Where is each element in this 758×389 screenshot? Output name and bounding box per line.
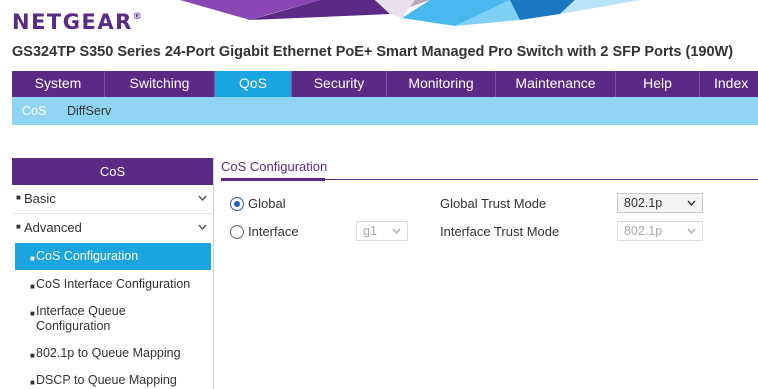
- bullet-icon: ■: [16, 222, 21, 231]
- header-banner-graphic: [180, 0, 640, 26]
- sidebar-item-8021p-to-queue-mapping[interactable]: ■ 802.1p to Queue Mapping: [12, 340, 213, 367]
- interface-radio-label: Interface: [248, 224, 299, 239]
- bullet-icon: ■: [30, 378, 35, 387]
- section-title-underline: [221, 178, 325, 181]
- tab-index[interactable]: Index: [700, 71, 758, 97]
- product-title: GS324TP S350 Series 24-Port Gigabit Ethe…: [12, 44, 734, 60]
- tab-monitoring[interactable]: Monitoring: [387, 71, 496, 97]
- global-trust-mode-label: Global Trust Mode: [440, 196, 547, 211]
- sub-nav: CoS DiffServ: [12, 97, 758, 125]
- sidebar-title: CoS: [12, 158, 213, 185]
- main-content: CoS Configuration Global Global Trust Mo…: [221, 158, 758, 389]
- sidebar: CoS ■ Basic ■ Advanced ■ CoS Configurati…: [12, 158, 214, 389]
- tab-security[interactable]: Security: [292, 71, 387, 97]
- bullet-icon: ■: [30, 282, 35, 291]
- global-radio-label: Global: [248, 196, 286, 211]
- sidebar-item-label: CoS Interface Configuration: [36, 277, 191, 291]
- bullet-icon: ■: [30, 309, 35, 318]
- sidebar-item-cos-interface-configuration[interactable]: ■ CoS Interface Configuration: [12, 271, 213, 298]
- sidebar-item-label: 802.1p to Queue Mapping: [36, 346, 181, 360]
- interface-row: Interface g1 Interface Trust Mode 802.1p: [221, 221, 758, 243]
- section-title: CoS Configuration: [221, 158, 758, 181]
- section-title-text: CoS Configuration: [221, 159, 328, 174]
- interface-trust-mode-value: 802.1p: [624, 224, 663, 238]
- subtab-diffserv[interactable]: DiffServ: [67, 97, 111, 125]
- tab-qos[interactable]: QoS: [215, 71, 292, 97]
- tab-help[interactable]: Help: [616, 71, 700, 97]
- sidebar-item-label: CoS Configuration: [36, 249, 139, 263]
- sidebar-item-cos-configuration[interactable]: ■ CoS Configuration: [15, 243, 211, 270]
- chevron-down-icon: [687, 228, 696, 234]
- sidebar-item-label: Advanced: [24, 220, 82, 235]
- interface-trust-mode-label: Interface Trust Mode: [440, 224, 560, 239]
- global-radio[interactable]: [230, 197, 244, 211]
- sidebar-item-label: Basic: [24, 191, 56, 206]
- sidebar-item-interface-queue-configuration[interactable]: ■ Interface Queue Configuration: [12, 298, 213, 340]
- interface-radio[interactable]: [230, 225, 244, 239]
- chevron-down-icon: [198, 195, 207, 201]
- interface-port-select[interactable]: g1: [356, 221, 408, 241]
- chevron-down-icon: [392, 228, 401, 234]
- sidebar-item-label: Interface Queue Configuration: [36, 304, 126, 333]
- bullet-icon: ■: [30, 351, 35, 360]
- sidebar-item-dscp-to-queue-mapping[interactable]: ■ DSCP to Queue Mapping: [12, 367, 213, 389]
- global-trust-mode-select[interactable]: 802.1p: [617, 193, 703, 213]
- sidebar-item-advanced[interactable]: ■ Advanced: [12, 214, 213, 243]
- chevron-down-icon: [198, 224, 207, 230]
- sidebar-item-label: DSCP to Queue Mapping: [36, 373, 177, 387]
- tab-system[interactable]: System: [12, 71, 105, 97]
- interface-trust-mode-select[interactable]: 802.1p: [617, 221, 703, 241]
- tab-switching[interactable]: Switching: [105, 71, 215, 97]
- tab-maintenance[interactable]: Maintenance: [496, 71, 616, 97]
- global-trust-mode-value: 802.1p: [624, 196, 663, 210]
- subtab-cos[interactable]: CoS: [22, 97, 46, 125]
- interface-port-value: g1: [363, 224, 377, 238]
- bullet-icon: ■: [16, 193, 21, 202]
- global-row: Global Global Trust Mode 802.1p: [221, 193, 758, 215]
- bullet-icon: ■: [30, 254, 35, 263]
- header: NETGEAR® GS324TP S350 Series 24-Port Gig…: [0, 0, 758, 70]
- netgear-logo[interactable]: NETGEAR®: [12, 10, 142, 34]
- sidebar-item-basic[interactable]: ■ Basic: [12, 185, 213, 214]
- chevron-down-icon: [687, 200, 696, 206]
- main-nav: System Switching QoS Security Monitoring…: [12, 71, 758, 97]
